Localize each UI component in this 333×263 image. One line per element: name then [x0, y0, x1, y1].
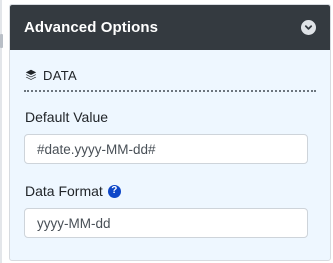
data-format-label: Data Format ?: [25, 182, 316, 200]
panel-title: Advanced Options: [24, 19, 159, 36]
section-title: DATA: [43, 67, 77, 83]
advanced-options-panel: Advanced Options DATA Default Value #dat…: [9, 4, 331, 261]
resize-handle[interactable]: [0, 34, 3, 48]
data-format-group: Data Format ?: [24, 182, 316, 238]
default-value-input[interactable]: [24, 134, 308, 164]
section-header: DATA: [24, 64, 316, 92]
default-value-group: Default Value: [24, 108, 316, 164]
layers-icon: [25, 69, 37, 81]
panel-header[interactable]: Advanced Options: [10, 5, 330, 50]
default-value-label: Default Value: [25, 108, 316, 126]
question-circle-icon[interactable]: ?: [107, 184, 121, 198]
panel-body: DATA Default Value Data Format ?: [10, 50, 330, 238]
chevron-circle-down-icon[interactable]: [301, 20, 316, 35]
data-format-input[interactable]: [24, 208, 308, 238]
default-value-label-text: Default Value: [25, 109, 109, 125]
data-format-label-text: Data Format: [25, 183, 103, 199]
